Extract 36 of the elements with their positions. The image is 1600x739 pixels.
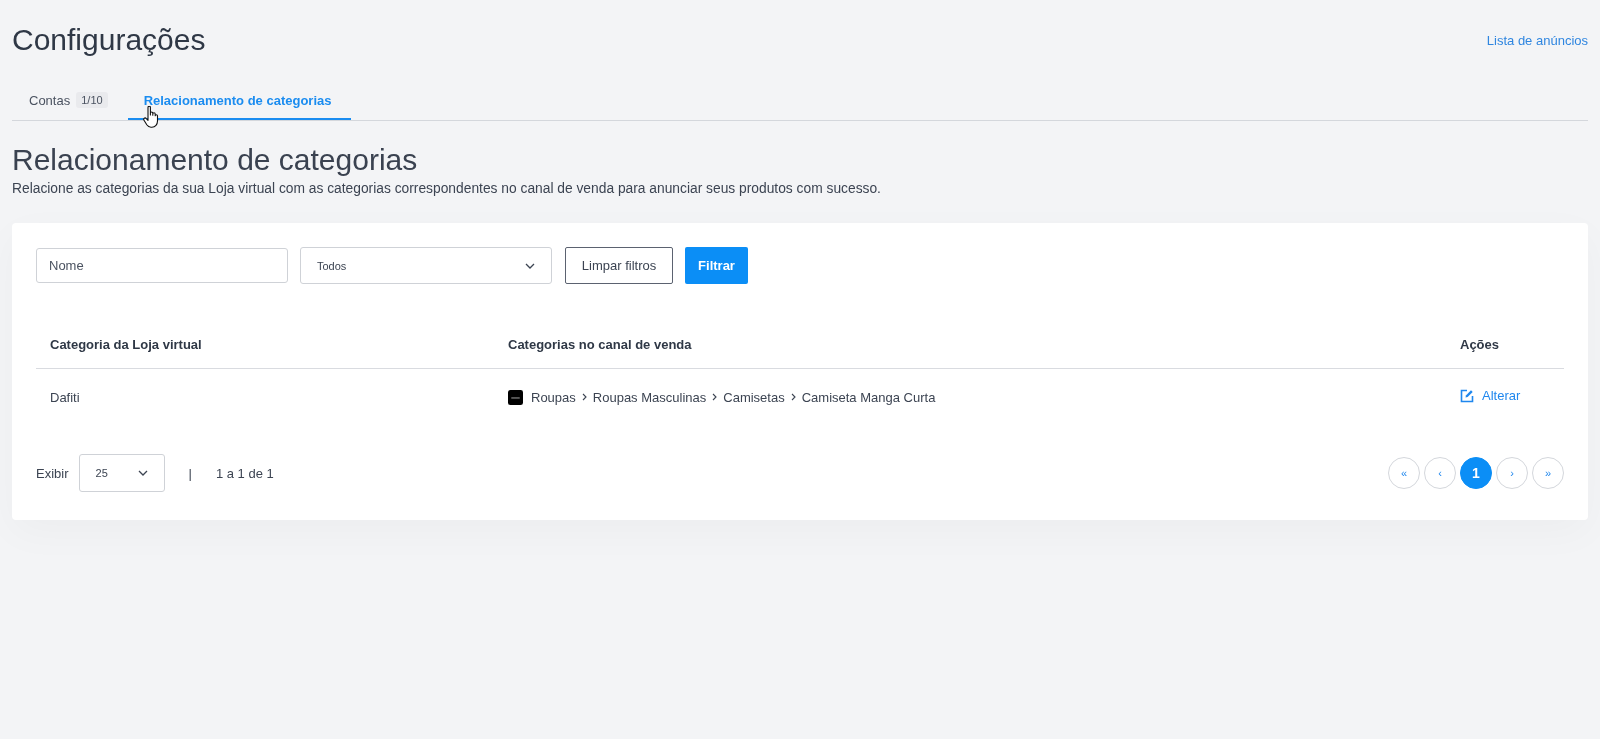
- page-title: Configurações: [12, 22, 206, 58]
- filter-button[interactable]: Filtrar: [685, 247, 748, 284]
- section-heading: Relacionamento de categorias: [12, 143, 419, 177]
- tab[interactable]: Contas 1/10: [12, 80, 125, 120]
- column-header: Categorias no canal de venda: [494, 320, 1446, 369]
- category-path-item: Camiseta Manga Curta: [801, 389, 936, 405]
- page-button[interactable]: »: [1532, 457, 1564, 489]
- page-button[interactable]: ›: [1496, 457, 1528, 489]
- column-header: Categoria da Loja virtual: [36, 320, 494, 369]
- chevron-down-icon: [525, 262, 535, 269]
- category-path-item: Roupas: [531, 389, 576, 405]
- results-range: 1 a 1 de 1: [215, 465, 274, 481]
- page-size-label: Exibir: [36, 465, 69, 481]
- chevron-right-icon: [712, 393, 718, 401]
- edit-icon: [1460, 388, 1474, 403]
- category-path-item: Roupas Masculinas: [592, 389, 707, 405]
- hand-cursor-icon: [143, 106, 159, 128]
- page-button[interactable]: «: [1388, 457, 1420, 489]
- separator-text: |: [188, 465, 192, 481]
- chevron-right-icon: [581, 393, 587, 401]
- status-select[interactable]: Todos: [300, 247, 552, 284]
- name-input-field[interactable]: Nome: [36, 248, 288, 283]
- column-header: Ações: [1446, 320, 1564, 369]
- table-cell: Dafiti: [50, 389, 80, 405]
- category-path-item: Camisetas: [723, 389, 785, 405]
- edit-link[interactable]: Alterar: [1460, 388, 1521, 404]
- channel-logo-icon: [508, 389, 523, 405]
- count-badge: 1/10: [76, 92, 108, 108]
- clear-filters-button[interactable]: Limpar filtros: [565, 247, 673, 284]
- page-button[interactable]: 1: [1460, 457, 1492, 489]
- page-button[interactable]: ‹: [1424, 457, 1456, 489]
- chevron-right-icon: [790, 393, 796, 401]
- section-description: Relacione as categorias da sua Loja virtual com as categorias correspondentes no canal de venda para anunciar seus produtos com sucesso.: [12, 180, 882, 198]
- page-size-select[interactable]: 25: [78, 454, 165, 492]
- chevron-down-icon: [137, 470, 148, 476]
- listings-link[interactable]: Lista de anúncios: [1486, 32, 1588, 48]
